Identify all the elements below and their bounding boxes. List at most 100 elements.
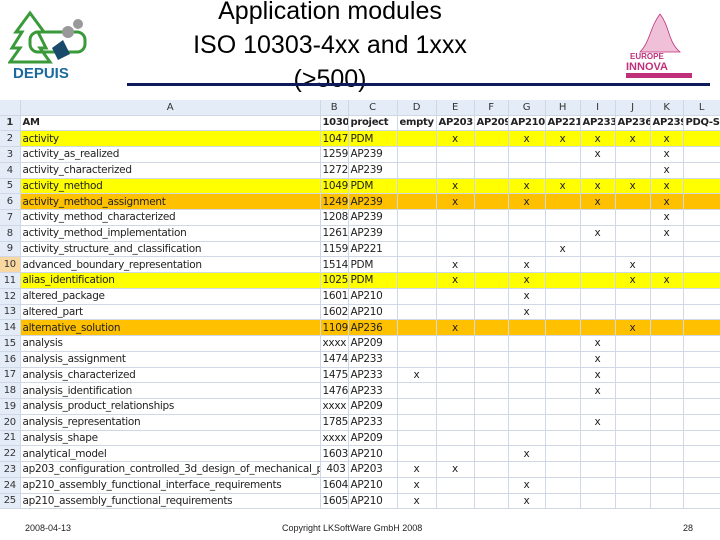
mark-cell[interactable] — [580, 288, 616, 305]
module-id-cell[interactable]: xxxx — [320, 335, 349, 352]
mark-cell[interactable] — [474, 256, 509, 273]
mark-cell[interactable] — [545, 461, 581, 478]
mark-cell[interactable] — [474, 445, 509, 462]
mark-cell[interactable] — [683, 272, 720, 289]
row-number[interactable]: 9 — [0, 241, 21, 258]
module-id-cell[interactable]: xxxx — [320, 398, 349, 415]
module-id-cell[interactable]: 403 — [320, 461, 349, 478]
row-number[interactable]: 11 — [0, 272, 21, 289]
mark-cell[interactable]: x — [508, 193, 546, 210]
column-header-h[interactable]: H — [545, 100, 581, 116]
row-number[interactable]: 24 — [0, 477, 21, 494]
mark-cell[interactable] — [650, 351, 684, 368]
mark-cell[interactable] — [683, 398, 720, 415]
header-cell[interactable]: PDQ-S — [683, 115, 720, 132]
mark-cell[interactable] — [650, 367, 684, 384]
module-id-cell[interactable]: 1785 — [320, 414, 349, 431]
header-cell[interactable]: 10303 — [320, 115, 349, 132]
mark-cell[interactable] — [580, 272, 616, 289]
mark-cell[interactable] — [683, 414, 720, 431]
header-cell[interactable]: project — [348, 115, 398, 132]
mark-cell[interactable] — [545, 382, 581, 399]
row-number[interactable]: 21 — [0, 430, 21, 447]
module-name-cell[interactable]: analysis_product_relationships — [20, 398, 321, 415]
mark-cell[interactable] — [474, 461, 509, 478]
mark-cell[interactable] — [683, 304, 720, 321]
mark-cell[interactable] — [474, 146, 509, 163]
row-number[interactable]: 13 — [0, 304, 21, 321]
mark-cell[interactable]: x — [615, 319, 651, 336]
module-name-cell[interactable]: alternative_solution — [20, 319, 321, 336]
mark-cell[interactable] — [545, 477, 581, 494]
module-name-cell[interactable]: activity_as_realized — [20, 146, 321, 163]
mark-cell[interactable] — [397, 430, 437, 447]
mark-cell[interactable] — [615, 382, 651, 399]
mark-cell[interactable] — [615, 193, 651, 210]
mark-cell[interactable] — [615, 351, 651, 368]
mark-cell[interactable]: x — [650, 162, 684, 179]
mark-cell[interactable] — [474, 335, 509, 352]
mark-cell[interactable] — [545, 335, 581, 352]
module-id-cell[interactable]: 1159 — [320, 241, 349, 258]
mark-cell[interactable] — [545, 162, 581, 179]
mark-cell[interactable] — [615, 288, 651, 305]
project-cell[interactable]: AP210 — [348, 304, 398, 321]
project-cell[interactable]: AP233 — [348, 351, 398, 368]
mark-cell[interactable]: x — [650, 178, 684, 195]
mark-cell[interactable]: x — [508, 445, 546, 462]
mark-cell[interactable] — [397, 146, 437, 163]
mark-cell[interactable] — [580, 477, 616, 494]
row-number[interactable]: 5 — [0, 178, 21, 195]
mark-cell[interactable]: x — [508, 178, 546, 195]
mark-cell[interactable] — [650, 477, 684, 494]
mark-cell[interactable] — [397, 209, 437, 226]
module-id-cell[interactable]: xxxx — [320, 430, 349, 447]
mark-cell[interactable] — [397, 351, 437, 368]
module-id-cell[interactable]: 1272 — [320, 162, 349, 179]
module-id-cell[interactable]: 1476 — [320, 382, 349, 399]
mark-cell[interactable] — [615, 414, 651, 431]
header-cell[interactable]: AP210 — [508, 115, 546, 132]
mark-cell[interactable] — [436, 304, 475, 321]
module-name-cell[interactable]: activity_structure_and_classification — [20, 241, 321, 258]
header-cell[interactable]: empty — [397, 115, 437, 132]
mark-cell[interactable]: x — [545, 178, 581, 195]
module-name-cell[interactable]: analysis_representation — [20, 414, 321, 431]
mark-cell[interactable] — [508, 225, 546, 242]
mark-cell[interactable] — [436, 367, 475, 384]
mark-cell[interactable] — [580, 398, 616, 415]
mark-cell[interactable]: x — [615, 272, 651, 289]
mark-cell[interactable] — [545, 319, 581, 336]
mark-cell[interactable]: x — [615, 178, 651, 195]
mark-cell[interactable] — [615, 367, 651, 384]
project-cell[interactable]: AP203 — [348, 461, 398, 478]
module-name-cell[interactable]: advanced_boundary_representation — [20, 256, 321, 273]
project-cell[interactable]: AP209 — [348, 335, 398, 352]
mark-cell[interactable] — [545, 146, 581, 163]
mark-cell[interactable]: x — [650, 209, 684, 226]
module-id-cell[interactable]: 1475 — [320, 367, 349, 384]
mark-cell[interactable] — [474, 382, 509, 399]
module-id-cell[interactable]: 1047 — [320, 130, 349, 147]
mark-cell[interactable] — [683, 351, 720, 368]
mark-cell[interactable] — [397, 335, 437, 352]
mark-cell[interactable] — [683, 178, 720, 195]
mark-cell[interactable]: x — [580, 414, 616, 431]
mark-cell[interactable] — [650, 256, 684, 273]
mark-cell[interactable] — [436, 398, 475, 415]
module-id-cell[interactable]: 1601 — [320, 288, 349, 305]
module-name-cell[interactable]: ap210_assembly_functional_interface_requ… — [20, 477, 321, 494]
mark-cell[interactable] — [615, 493, 651, 510]
mark-cell[interactable] — [683, 225, 720, 242]
row-number[interactable]: 16 — [0, 351, 21, 368]
project-cell[interactable]: AP210 — [348, 445, 398, 462]
mark-cell[interactable]: x — [436, 256, 475, 273]
module-name-cell[interactable]: activity_method — [20, 178, 321, 195]
mark-cell[interactable] — [397, 445, 437, 462]
mark-cell[interactable] — [545, 209, 581, 226]
row-number[interactable]: 22 — [0, 445, 21, 462]
mark-cell[interactable]: x — [508, 493, 546, 510]
mark-cell[interactable] — [683, 430, 720, 447]
mark-cell[interactable] — [508, 241, 546, 258]
mark-cell[interactable] — [397, 319, 437, 336]
